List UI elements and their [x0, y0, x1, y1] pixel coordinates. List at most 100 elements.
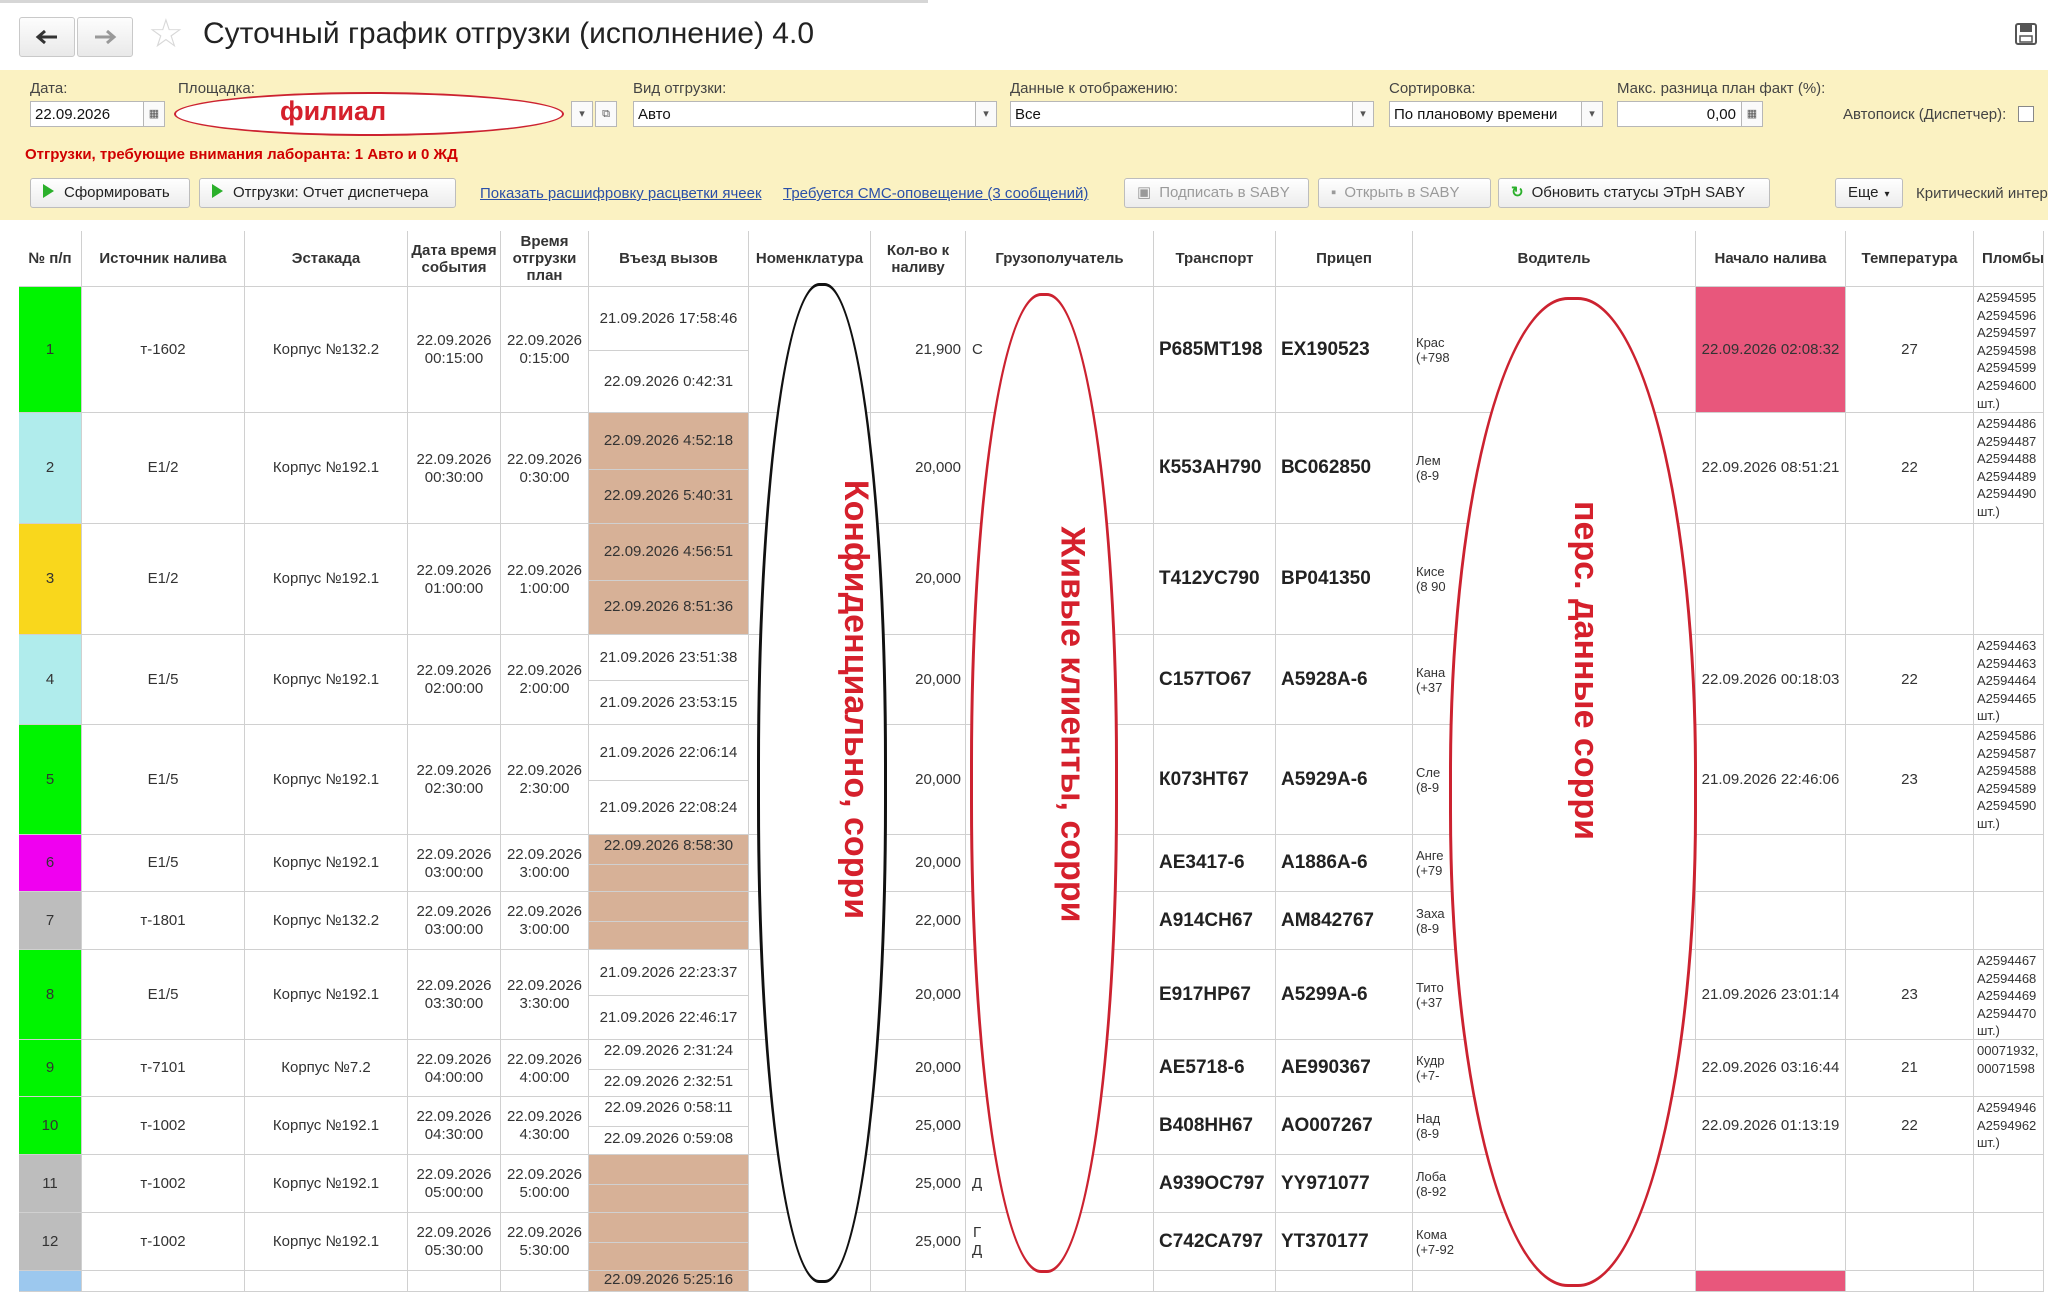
entry-call-cell[interactable]: 21.09.2026 23:51:38 21.09.2026 23:53:15 — [589, 635, 749, 725]
event-datetime-cell[interactable]: 22.09.2026 01:00:00 — [408, 524, 501, 635]
fill-source-cell[interactable]: т-1602 — [82, 287, 245, 413]
seals-cell[interactable]: A2594586 A2594587 A2594588 A2594589 A259… — [1974, 725, 2044, 835]
trailer-cell[interactable]: YY971077 — [1276, 1155, 1413, 1213]
table-cell[interactable] — [966, 1271, 1154, 1292]
fill-source-cell[interactable]: т-1002 — [82, 1213, 245, 1271]
transport-cell[interactable]: С157ТО67 — [1154, 635, 1276, 725]
trailer-cell[interactable]: А5929А-6 — [1276, 725, 1413, 835]
quantity-cell[interactable]: 20,000 — [871, 950, 966, 1040]
event-datetime-cell[interactable]: 22.09.2026 04:00:00 — [408, 1040, 501, 1097]
row-number[interactable]: 5 — [19, 725, 82, 835]
seals-cell[interactable]: A2594486 A2594487 A2594488 A2594489 A259… — [1974, 413, 2044, 524]
table-cell[interactable] — [1846, 1271, 1974, 1292]
entry-call-cell[interactable] — [589, 1155, 749, 1213]
fill-source-cell[interactable]: Е1/5 — [82, 950, 245, 1040]
temperature-cell[interactable]: 23 — [1846, 950, 1974, 1040]
rack-cell[interactable]: Корпус №192.1 — [245, 524, 408, 635]
rack-cell[interactable]: Корпус №132.2 — [245, 892, 408, 950]
quantity-cell[interactable]: 20,000 — [871, 1040, 966, 1097]
column-header[interactable]: Транспорт — [1154, 231, 1276, 287]
sign-saby-button[interactable]: ▣ Подписать в SABY — [1124, 178, 1309, 208]
rack-cell[interactable]: Корпус №7.2 — [245, 1040, 408, 1097]
row-number[interactable]: 4 — [19, 635, 82, 725]
calendar-icon[interactable]: ▦ — [143, 101, 165, 127]
temperature-cell[interactable]: 23 — [1846, 725, 1974, 835]
trailer-cell[interactable]: АО007267 — [1276, 1097, 1413, 1155]
planned-time-cell[interactable]: 22.09.2026 3:00:00 — [501, 835, 589, 892]
entry-call-cell[interactable]: 22.09.2026 0:58:11 22.09.2026 0:59:08 — [589, 1097, 749, 1155]
trailer-cell[interactable]: АЕ990367 — [1276, 1040, 1413, 1097]
rack-cell[interactable]: Корпус №132.2 — [245, 287, 408, 413]
rack-cell[interactable]: Корпус №192.1 — [245, 635, 408, 725]
fill-start-cell[interactable]: 22.09.2026 03:16:44 — [1696, 1040, 1846, 1097]
update-saby-status-button[interactable]: ↻ Обновить статусы ЭТрН SABY — [1498, 178, 1770, 208]
entry-call-cell[interactable]: 22.09.2026 4:52:18 22.09.2026 5:40:31 — [589, 413, 749, 524]
rack-cell[interactable]: Корпус №192.1 — [245, 413, 408, 524]
dispatcher-report-button[interactable]: Отгрузки: Отчет диспетчера — [199, 178, 456, 208]
temperature-cell[interactable] — [1846, 524, 1974, 635]
color-legend-link[interactable]: Показать расшифровку расцветки ячеек — [480, 185, 762, 202]
trailer-cell[interactable]: ВС062850 — [1276, 413, 1413, 524]
quantity-cell[interactable]: 20,000 — [871, 524, 966, 635]
transport-cell[interactable]: Р685МТ198 — [1154, 287, 1276, 413]
fill-source-cell[interactable]: Е1/2 — [82, 413, 245, 524]
transport-cell[interactable]: АЕ3417-6 — [1154, 835, 1276, 892]
fill-start-cell[interactable]: 21.09.2026 22:46:06 — [1696, 725, 1846, 835]
rack-cell[interactable]: Корпус №192.1 — [245, 950, 408, 1040]
fill-start-cell[interactable]: 21.09.2026 23:01:14 — [1696, 950, 1846, 1040]
seals-cell[interactable] — [1974, 524, 2044, 635]
fill-start-cell[interactable] — [1696, 524, 1846, 635]
entry-call-cell[interactable]: 22.09.2026 5:25:16 — [589, 1271, 749, 1292]
table-cell[interactable] — [245, 1271, 408, 1292]
planned-time-cell[interactable]: 22.09.2026 0:15:00 — [501, 287, 589, 413]
transport-cell[interactable]: В408НН67 — [1154, 1097, 1276, 1155]
entry-call-cell[interactable]: 21.09.2026 17:58:46 22.09.2026 0:42:31 — [589, 287, 749, 413]
column-header[interactable]: Дата время события — [408, 231, 501, 287]
event-datetime-cell[interactable]: 22.09.2026 05:30:00 — [408, 1213, 501, 1271]
fill-start-cell[interactable] — [1696, 835, 1846, 892]
trailer-cell[interactable]: ЕХ190523 — [1276, 287, 1413, 413]
seals-cell[interactable]: A2594463 A2594463 A2594464 A2594465 шт.) — [1974, 635, 2044, 725]
entry-call-cell[interactable]: 22.09.2026 4:56:51 22.09.2026 8:51:36 — [589, 524, 749, 635]
autosearch-checkbox[interactable] — [2018, 106, 2034, 122]
event-datetime-cell[interactable]: 22.09.2026 03:30:00 — [408, 950, 501, 1040]
planned-time-cell[interactable]: 22.09.2026 5:00:00 — [501, 1155, 589, 1213]
column-header[interactable]: Прицеп — [1276, 231, 1413, 287]
entry-call-cell[interactable]: 21.09.2026 22:23:37 21.09.2026 22:46:17 — [589, 950, 749, 1040]
planned-time-cell[interactable]: 22.09.2026 4:00:00 — [501, 1040, 589, 1097]
planned-time-cell[interactable]: 22.09.2026 3:00:00 — [501, 892, 589, 950]
chevron-down-icon[interactable]: ▾ — [1352, 101, 1374, 127]
fill-start-cell[interactable] — [1696, 1155, 1846, 1213]
seals-cell[interactable]: A2594946 A2594962 шт.) — [1974, 1097, 2044, 1155]
fill-source-cell[interactable]: т-1801 — [82, 892, 245, 950]
sort-select[interactable]: По плановому времени — [1389, 101, 1582, 127]
column-header[interactable]: № п/п — [19, 231, 82, 287]
favorite-star-icon[interactable]: ☆ — [148, 14, 184, 54]
date-input[interactable]: 22.09.2026 — [30, 101, 145, 127]
seals-cell[interactable] — [1974, 1155, 2044, 1213]
table-cell[interactable] — [82, 1271, 245, 1292]
event-datetime-cell[interactable]: 22.09.2026 02:30:00 — [408, 725, 501, 835]
transport-cell[interactable]: Т412УС790 — [1154, 524, 1276, 635]
entry-call-cell[interactable]: 21.09.2026 22:06:14 21.09.2026 22:08:24 — [589, 725, 749, 835]
table-cell[interactable] — [501, 1271, 589, 1292]
temperature-cell[interactable] — [1846, 1213, 1974, 1271]
quantity-cell[interactable]: 25,000 — [871, 1155, 966, 1213]
rack-cell[interactable]: Корпус №192.1 — [245, 1155, 408, 1213]
column-header[interactable]: Въезд вызов — [589, 231, 749, 287]
shipment-type-select[interactable]: Авто — [633, 101, 976, 127]
entry-call-cell[interactable]: 22.09.2026 2:31:24 22.09.2026 2:32:51 — [589, 1040, 749, 1097]
fill-source-cell[interactable]: Е1/5 — [82, 835, 245, 892]
quantity-cell[interactable]: 25,000 — [871, 1097, 966, 1155]
seals-cell[interactable]: 00071932, 00071598 — [1974, 1040, 2044, 1097]
entry-call-cell[interactable] — [589, 892, 749, 950]
rack-cell[interactable]: Корпус №192.1 — [245, 1097, 408, 1155]
planned-time-cell[interactable]: 22.09.2026 2:30:00 — [501, 725, 589, 835]
chevron-down-icon[interactable]: ▾ — [1581, 101, 1603, 127]
transport-cell[interactable]: С742СА797 — [1154, 1213, 1276, 1271]
transport-cell[interactable]: Е917НР67 — [1154, 950, 1276, 1040]
fill-source-cell[interactable]: Е1/5 — [82, 635, 245, 725]
row-number[interactable]: 2 — [19, 413, 82, 524]
site-dropdown-icon[interactable]: ▾ — [571, 101, 593, 127]
trailer-cell[interactable]: ВР041350 — [1276, 524, 1413, 635]
